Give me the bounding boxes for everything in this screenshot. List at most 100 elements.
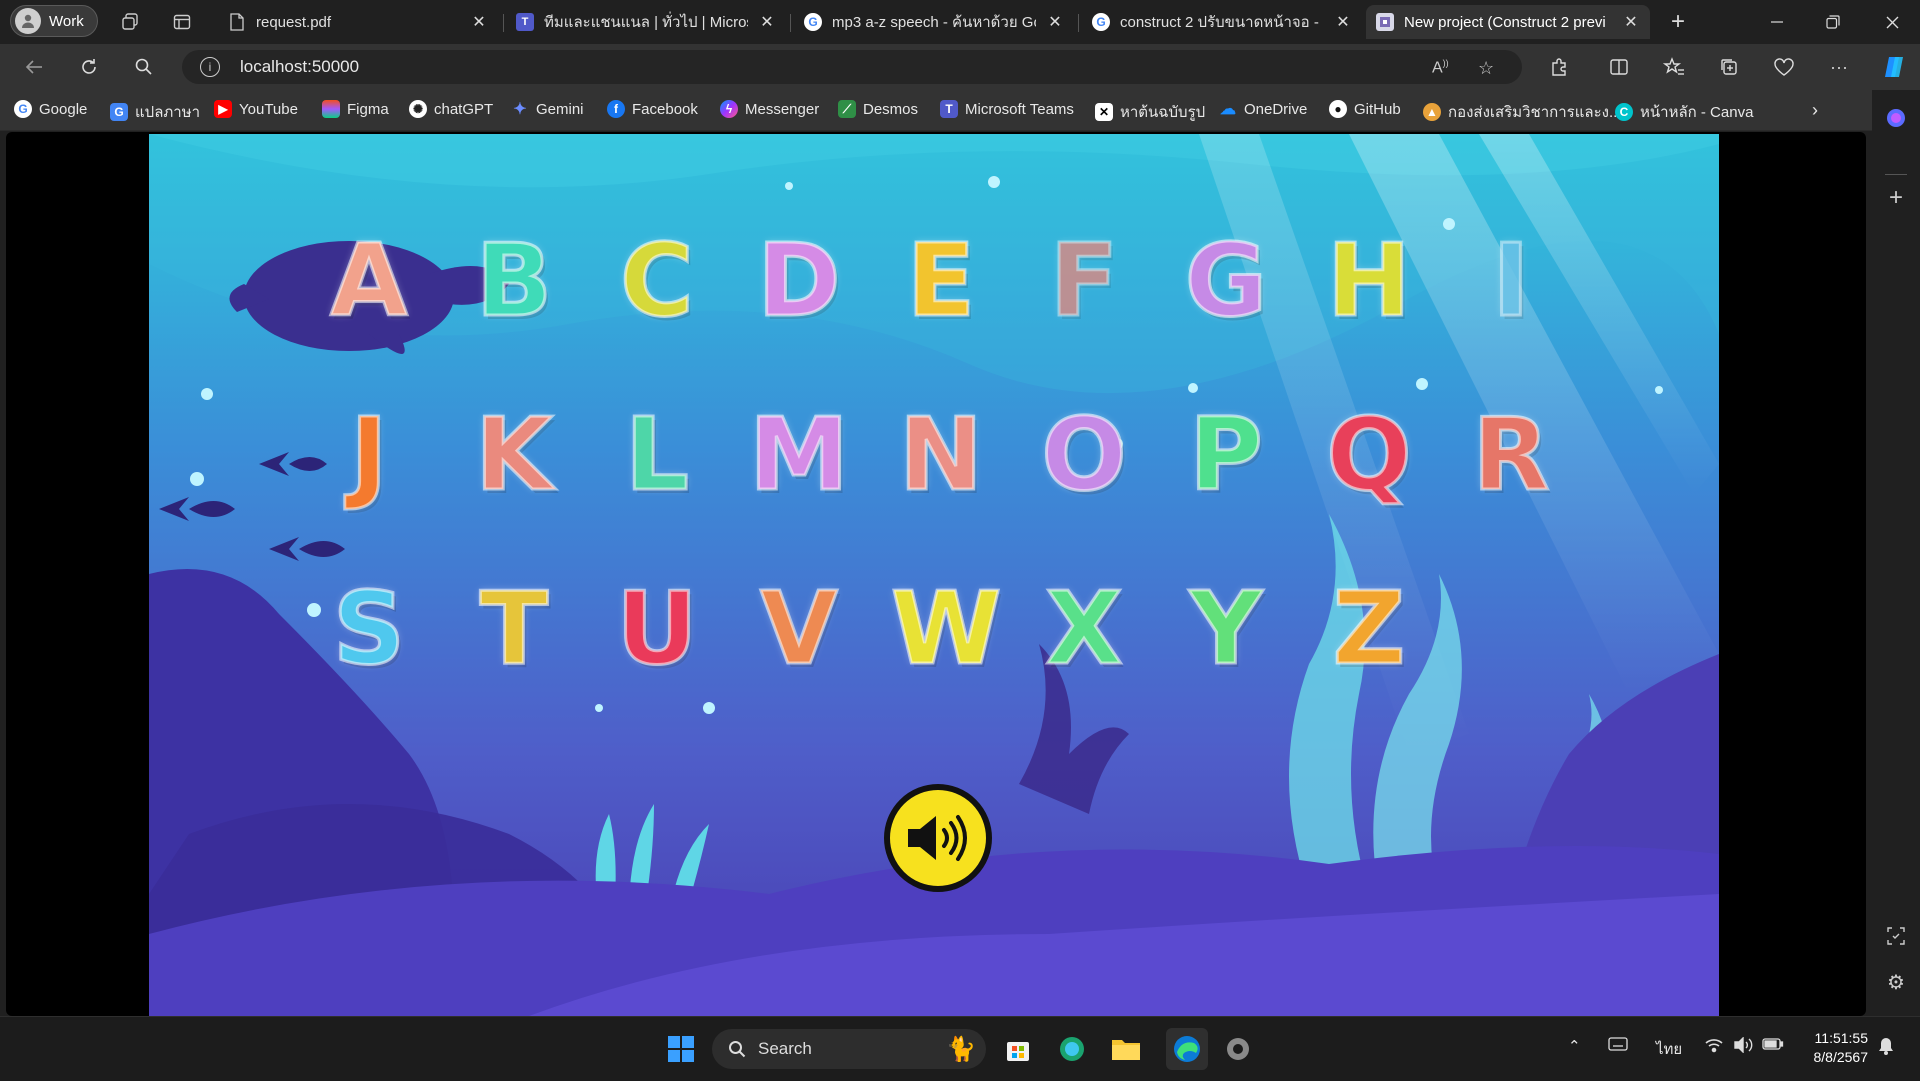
letter-a-button[interactable]: A (319, 224, 419, 337)
bookmark-chatgpt[interactable]: ✺ chatGPT (409, 100, 493, 118)
volume-icon[interactable] (1733, 1036, 1753, 1057)
input-language[interactable]: ไทย (1656, 1037, 1682, 1061)
close-tab-icon[interactable]: ✕ (1046, 12, 1064, 32)
screenshot-icon[interactable] (1884, 924, 1908, 948)
letter-o-button[interactable]: O (1034, 398, 1134, 511)
clock-date: 8/8/2567 (1813, 1049, 1869, 1065)
letter-v-button[interactable]: V (749, 572, 849, 685)
bookmark-facebook[interactable]: f Facebook (607, 100, 698, 118)
letter-z-button[interactable]: Z (1319, 572, 1419, 685)
letter-y-button[interactable]: Y (1176, 572, 1276, 685)
bookmark-messenger[interactable]: ϟ Messenger (720, 100, 819, 118)
construct-icon (1376, 13, 1394, 31)
letter-e-button[interactable]: E (891, 224, 991, 337)
letter-q-button[interactable]: Q (1319, 398, 1419, 511)
extensions-icon[interactable] (1545, 53, 1573, 81)
address-bar[interactable]: i localhost:50000 A)) ☆ (182, 50, 1522, 84)
letter-x-button[interactable]: X (1034, 572, 1134, 685)
bookmark-academic[interactable]: ▲ กองส่งเสริมวิชาการและง... (1423, 100, 1621, 124)
read-aloud-icon[interactable]: A)) (1432, 58, 1449, 77)
bookmark-canva[interactable]: C หน้าหลัก - Canva (1615, 100, 1753, 124)
letter-i-button[interactable]: I (1461, 224, 1561, 337)
bookmark-github[interactable]: ● GitHub (1329, 100, 1401, 118)
letter-m-button[interactable]: M (748, 398, 851, 511)
copilot-icon[interactable] (1880, 53, 1908, 81)
refresh-icon[interactable] (75, 53, 103, 81)
letter-l-button[interactable]: L (607, 398, 707, 511)
copilot-sidebar-icon[interactable] (1884, 106, 1908, 130)
more-options-icon[interactable]: ··· (1825, 53, 1853, 81)
more-bookmarks-chevron-icon[interactable]: › (1812, 100, 1818, 121)
letter-p-button[interactable]: P (1176, 398, 1276, 511)
site-info-icon[interactable]: i (200, 57, 220, 77)
settings-gear-icon[interactable] (1222, 1033, 1254, 1065)
address-url[interactable]: localhost:50000 (240, 57, 359, 77)
chatgpt-icon: ✺ (409, 100, 427, 118)
add-sidebar-app-icon[interactable]: + (1884, 184, 1908, 211)
bookmark-gemini[interactable]: ✦ Gemini (511, 100, 583, 119)
show-hidden-icons-chevron-icon[interactable]: ⌃ (1568, 1037, 1581, 1055)
profile-button[interactable]: Work (10, 5, 98, 37)
letter-h-button[interactable]: H (1319, 224, 1419, 337)
edge-dev-icon[interactable] (1056, 1033, 1088, 1065)
bookmark-translate[interactable]: G แปลภาษา (110, 100, 200, 124)
letter-c-button[interactable]: C (607, 224, 707, 337)
letter-j-button[interactable]: J (319, 398, 419, 511)
tab-construct-search[interactable]: G construct 2 ปรับขนาดหน้าจอ - ค้น ✕ (1082, 5, 1362, 39)
close-tab-icon[interactable]: ✕ (470, 12, 488, 32)
letter-w-button[interactable]: W (890, 572, 1003, 685)
new-tab-icon[interactable]: + (1666, 8, 1690, 35)
tab-mp3-search[interactable]: G mp3 a-z speech - ค้นหาด้วย Goo ✕ (794, 5, 1074, 39)
windows-start-icon[interactable] (665, 1033, 697, 1065)
letter-n-button[interactable]: N (891, 398, 991, 511)
collections-icon[interactable] (1715, 53, 1743, 81)
tab-request-pdf[interactable]: request.pdf ✕ (218, 5, 498, 39)
bookmark-teams[interactable]: T Microsoft Teams (940, 100, 1074, 118)
file-explorer-icon[interactable] (1110, 1033, 1142, 1065)
letter-d-button[interactable]: D (749, 224, 849, 337)
notification-bell-icon[interactable] (1878, 1037, 1894, 1059)
back-arrow-icon[interactable] (20, 53, 48, 81)
tab-title: request.pdf (256, 13, 332, 31)
favorite-star-icon[interactable]: ☆ (1478, 58, 1494, 79)
taskbar-search[interactable]: Search 🐈 (712, 1029, 986, 1069)
bookmark-desmos[interactable]: ⟋ Desmos (838, 100, 918, 118)
letter-g-button[interactable]: G (1176, 224, 1276, 337)
close-tab-icon[interactable]: ✕ (758, 12, 776, 32)
letter-r-button[interactable]: R (1461, 398, 1561, 511)
bookmark-youtube[interactable]: ▶ YouTube (214, 100, 298, 118)
tab-teams[interactable]: T ทีมและแชนแนล | ทั่วไป | Microsoft ✕ (506, 5, 786, 39)
bookmark-onedrive[interactable]: ☁ OneDrive (1219, 100, 1307, 119)
letter-f-button[interactable]: F (1034, 224, 1134, 337)
restore-icon[interactable] (1811, 8, 1855, 36)
game-canvas[interactable]: A B C D E F G H I J K L M N O P Q R S T … (149, 134, 1719, 1016)
edge-browser-icon[interactable] (1166, 1028, 1208, 1070)
tab-actions-icon[interactable] (170, 10, 194, 34)
close-tab-icon[interactable]: ✕ (1622, 12, 1640, 32)
wifi-icon[interactable] (1704, 1037, 1724, 1057)
workspaces-icon[interactable] (118, 10, 142, 34)
taskbar-clock[interactable]: 11:51:55 8/8/2567 (1800, 1029, 1869, 1067)
letter-k-button[interactable]: K (464, 398, 564, 511)
close-window-icon[interactable] (1870, 8, 1914, 36)
letter-t-button[interactable]: T (464, 572, 564, 685)
split-screen-icon[interactable] (1605, 53, 1633, 81)
keyboard-icon[interactable] (1608, 1037, 1628, 1055)
sound-button[interactable] (884, 784, 992, 892)
windows-taskbar: Search 🐈 ⌃ ไทย 11:51:55 8/8/2567 (0, 1016, 1920, 1081)
search-icon[interactable] (130, 53, 158, 81)
minimize-icon[interactable] (1755, 8, 1799, 36)
close-tab-icon[interactable]: ✕ (1334, 12, 1352, 32)
letter-u-button[interactable]: U (607, 572, 707, 685)
tab-construct-preview[interactable]: New project (Construct 2 previ ✕ (1366, 5, 1650, 39)
battery-icon[interactable] (1762, 1037, 1784, 1055)
letter-b-button[interactable]: B (464, 224, 564, 337)
letter-s-button[interactable]: S (319, 572, 419, 685)
browser-essentials-icon[interactable] (1770, 53, 1798, 81)
microsoft-store-icon[interactable] (1002, 1033, 1034, 1065)
favorites-icon[interactable] (1660, 53, 1688, 81)
bookmark-image-search[interactable]: ✕ หาต้นฉบับรูป (1095, 100, 1205, 124)
bookmark-google[interactable]: G Google (14, 100, 87, 118)
bookmark-figma[interactable]: Figma (322, 100, 389, 118)
sidebar-settings-gear-icon[interactable]: ⚙ (1884, 970, 1908, 994)
